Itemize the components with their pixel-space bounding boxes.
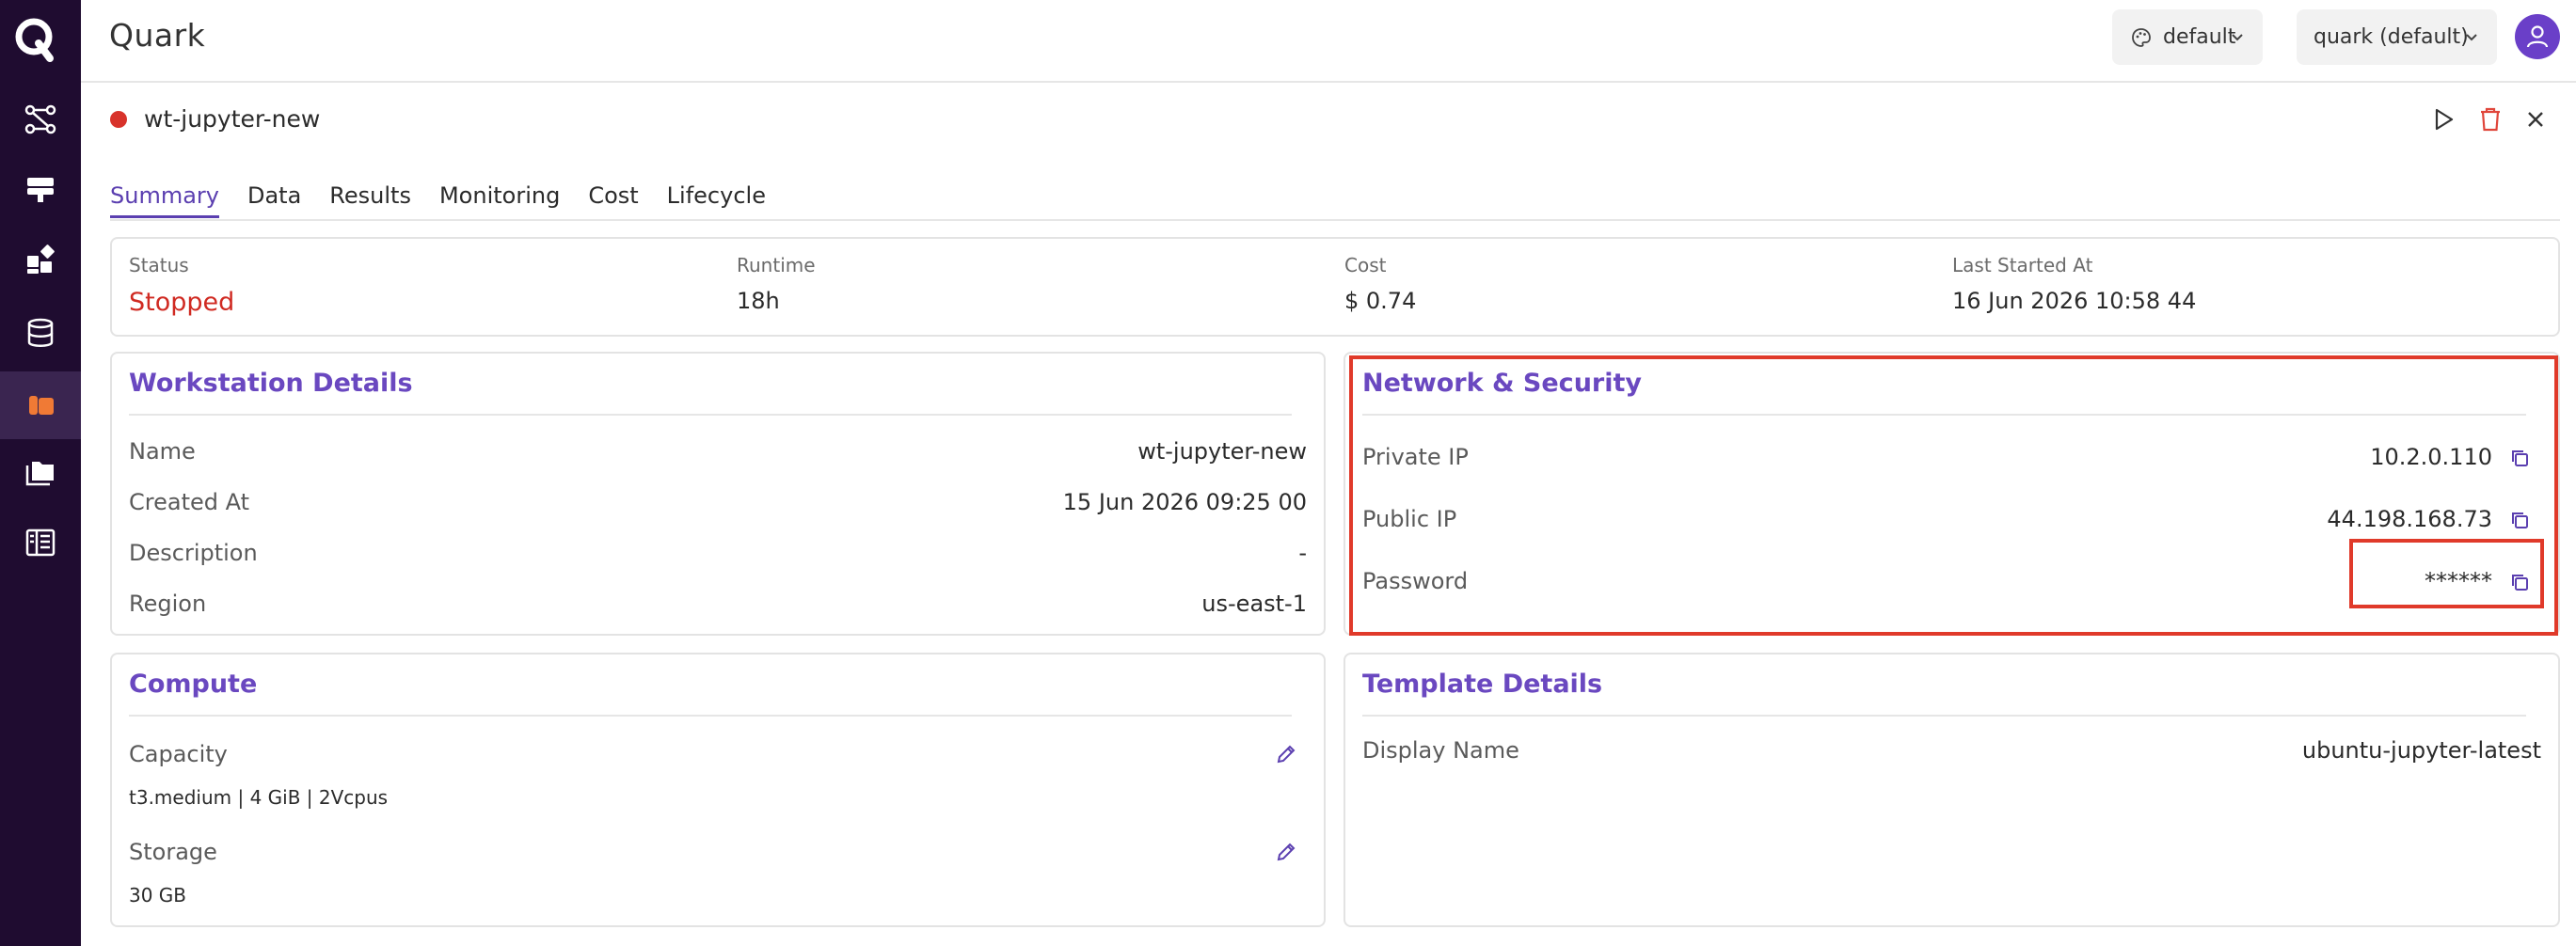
workstation-name: wt-jupyter-new [144,105,321,133]
region-value: us-east-1 [1201,591,1307,617]
workflow-icon [24,104,56,134]
trash-icon [2481,107,2500,132]
edit-capacity-icon[interactable] [1275,743,1297,765]
divider [129,414,1292,416]
capacity-label: Capacity [129,741,228,767]
runtime-value: 18h [737,288,780,314]
created-at-label: Created At [129,489,250,515]
quark-logo[interactable] [12,15,57,64]
tab-results[interactable]: Results [329,179,411,218]
password-highlight [2349,539,2544,608]
created-at-value: 15 Jun 2026 09:25 00 [1062,489,1307,515]
divider [129,715,1292,717]
tab-cost[interactable]: Cost [588,179,638,218]
sidebar-item-servers[interactable] [0,155,81,223]
card-title: Template Details [1362,670,1603,699]
folder-icon [25,462,54,486]
name-label: Name [129,438,196,465]
app-title: Quark [109,17,206,54]
chevron-down-icon [2466,34,2477,41]
status-indicator-dot [110,111,127,128]
sidebar-item-files[interactable] [0,439,81,507]
region-label: Region [129,591,207,617]
divider [1362,715,2526,717]
description-value: - [1298,540,1307,566]
runtime-label: Runtime [737,254,816,276]
delete-button[interactable] [2474,103,2506,135]
tab-bar: Summary Data Results Monitoring Cost Lif… [110,179,794,218]
tab-data[interactable]: Data [247,179,301,218]
summary-status: Status Stopped [129,254,234,317]
summary-runtime: Runtime 18h [737,254,816,314]
user-icon [2526,25,2549,48]
last-started-label: Last Started At [1952,254,2093,276]
description-label: Description [129,540,258,566]
status-value: Stopped [129,288,235,317]
status-label: Status [129,254,189,276]
theme-dropdown-label: default [2163,25,2236,49]
workspace-dropdown[interactable]: quark (default) [2297,9,2497,65]
workspace-dropdown-label: quark (default) [2314,25,2469,49]
sidebar [0,0,81,946]
card-title: Workstation Details [129,369,413,398]
card-title: Compute [129,670,258,699]
sidebar-item-workflows[interactable] [0,86,81,153]
capacity-value: t3.medium | 4 GiB | 2Vcpus [129,786,389,809]
cost-label: Cost [1344,254,1387,276]
tab-monitoring[interactable]: Monitoring [439,179,560,218]
play-icon [2435,108,2454,131]
theme-dropdown[interactable]: default [2112,9,2263,65]
template-details-card: Template Details Display Name ubuntu-jup… [1344,653,2560,927]
tab-divider [110,219,2560,221]
start-button[interactable] [2427,103,2459,135]
apps-icon [27,244,55,274]
storage-label: Storage [129,839,217,865]
database-icon [27,318,54,347]
server-icon [27,178,54,202]
last-started-value: 16 Jun 2026 10:58 44 [1952,288,2197,314]
tab-lifecycle[interactable]: Lifecycle [667,179,766,218]
name-value: wt-jupyter-new [1137,438,1307,465]
tab-summary[interactable]: Summary [110,179,219,218]
summary-strip: Status Stopped Runtime 18h Cost $ 0.74 L… [110,237,2560,337]
edit-storage-icon[interactable] [1275,841,1297,863]
sidebar-item-databases[interactable] [0,299,81,367]
top-header: Quark default quark (default) [81,0,2576,83]
workstation-details-card: Workstation Details Name wt-jupyter-new … [110,352,1326,636]
display-name-label: Display Name [1362,737,1519,764]
storage-value: 30 GB [129,884,187,907]
sidebar-item-apps[interactable] [0,227,81,294]
summary-cost: Cost $ 0.74 [1344,254,1416,314]
cost-value: $ 0.74 [1344,288,1417,314]
user-avatar[interactable] [2515,14,2560,59]
close-icon [2528,112,2543,127]
compute-card: Compute Capacity t3.medium | 4 GiB | 2Vc… [110,653,1326,927]
sidebar-item-tables[interactable] [0,509,81,576]
display-name-value: ubuntu-jupyter-latest [2301,737,2541,764]
sidebar-item-workstations[interactable] [0,371,81,439]
palette-icon [2132,27,2151,47]
chevron-down-icon [2232,34,2243,41]
workstation-icon [29,396,54,415]
summary-last-started: Last Started At 16 Jun 2026 10:58 44 [1952,254,2196,314]
table-icon [25,528,56,557]
close-button[interactable] [2520,103,2552,135]
